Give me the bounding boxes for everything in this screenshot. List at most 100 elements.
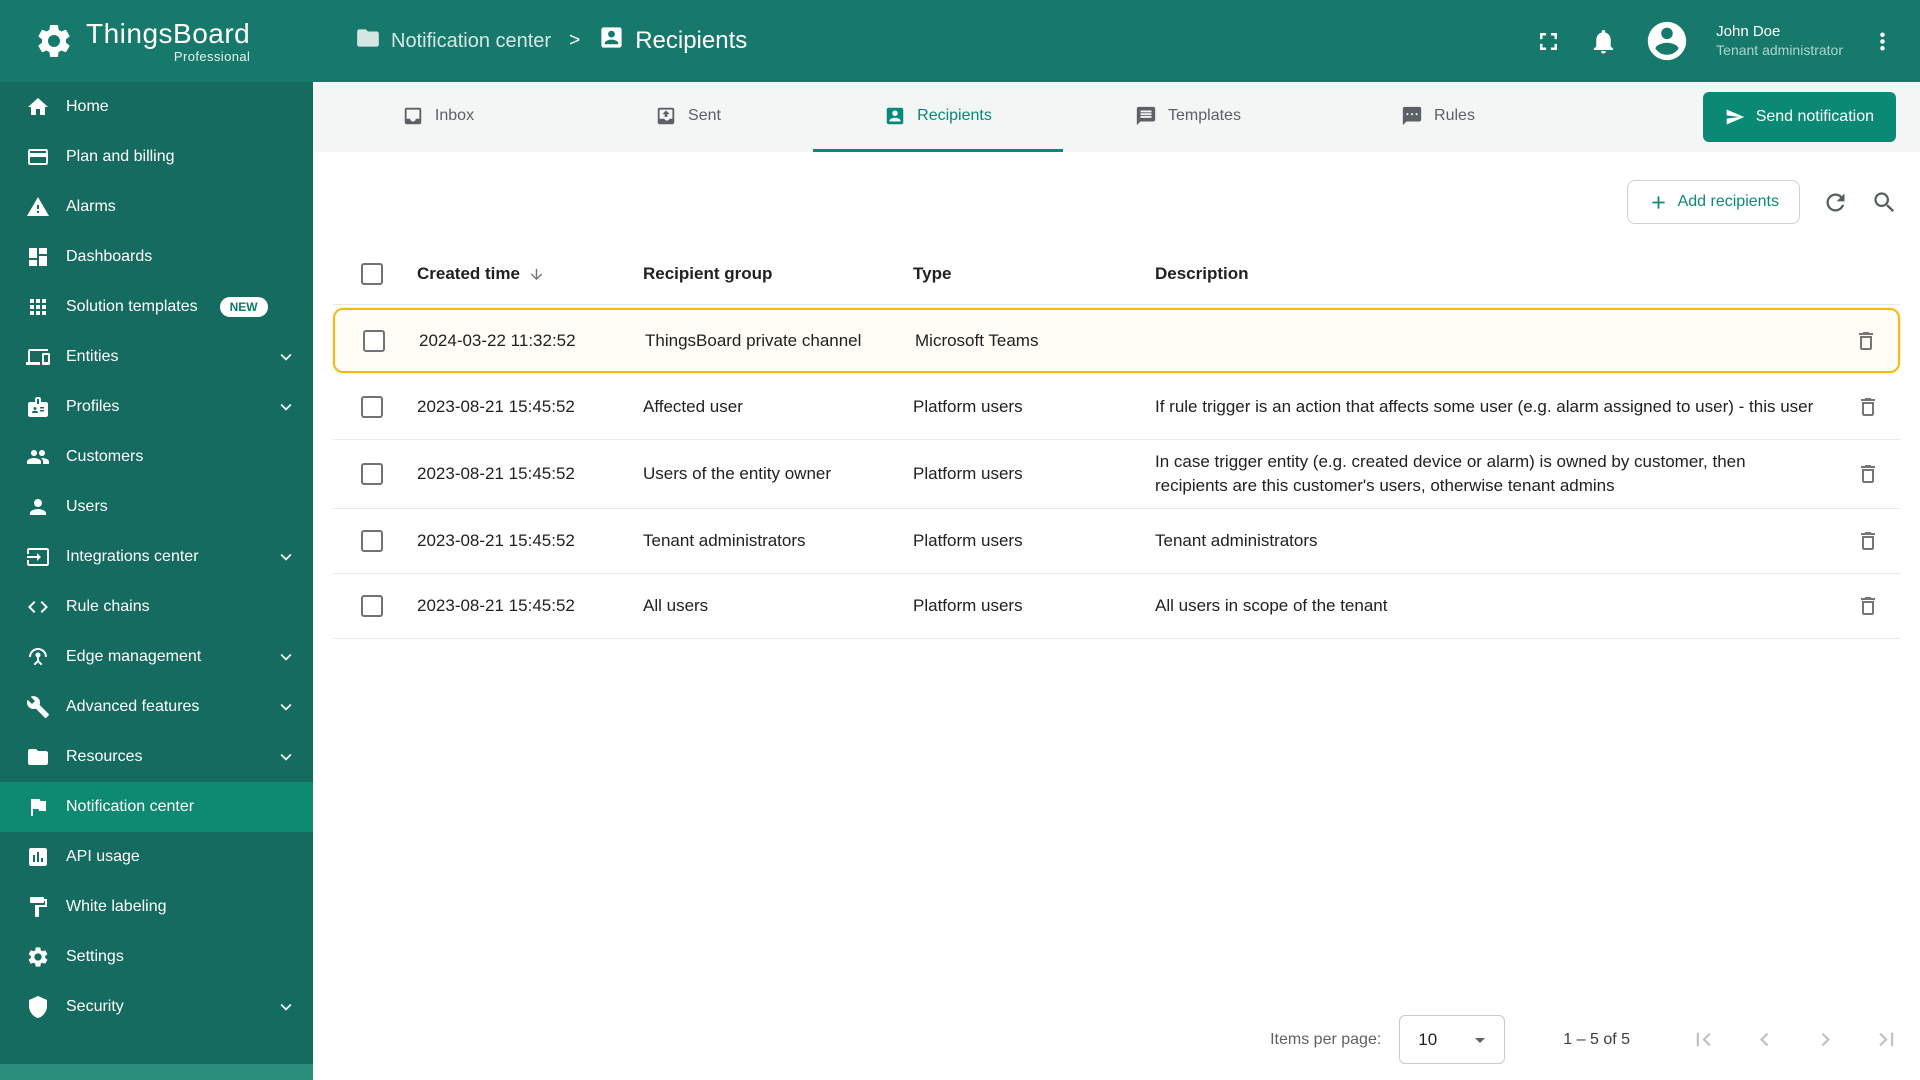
tab-label: Inbox [434,106,475,124]
top-header: ThingsBoard Professional Notification ce… [0,0,1920,82]
refresh-icon[interactable] [1822,189,1849,216]
row-actions [1834,329,1898,353]
plus-icon [1648,192,1669,213]
header-actions: John Doe Tenant administrator [1534,18,1920,64]
next-page-icon[interactable] [1812,1026,1839,1053]
sidebar-item-alarms[interactable]: Alarms [0,182,313,232]
add-recipients-button[interactable]: Add recipients [1626,180,1800,224]
account-box-icon [884,105,906,127]
sidebar-item-label: Entities [66,348,119,365]
flag-icon [26,795,50,819]
tab-label: Sent [688,106,721,124]
sidebar-item-white-labeling[interactable]: White labeling [0,882,313,932]
folder-icon [26,745,50,769]
table-row[interactable]: 2023-08-21 15:45:52 Tenant administrators… [333,509,1900,574]
home-icon [26,95,50,119]
sidebar-item-edge-management[interactable]: Edge management [0,632,313,682]
cell-description [1157,331,1834,351]
row-actions [1836,395,1900,419]
cell-created-time: 2023-08-21 15:45:52 [417,397,575,416]
row-checkbox[interactable] [361,530,383,552]
table-row[interactable]: 2023-08-21 15:45:52 All users Platform use… [333,574,1900,639]
sidebar-item-api-usage[interactable]: API usage [0,832,313,882]
user-role: Tenant administrator [1716,42,1843,58]
sidebar-item-resources[interactable]: Resources [0,732,313,782]
items-per-page-value: 10 [1418,1029,1438,1049]
table-row[interactable]: 2024-03-22 11:32:52 ThingsBoard private c… [333,308,1900,373]
logo-title: ThingsBoard [86,17,251,49]
dashboard-icon [26,245,50,269]
avatar[interactable] [1644,18,1690,64]
fullscreen-icon[interactable] [1534,27,1563,56]
cell-description: If rule trigger is an action that affect… [1155,397,1814,416]
sidebar-item-settings[interactable]: Settings [0,932,313,982]
table-row[interactable]: 2023-08-21 15:45:52 Affected user Platform… [333,375,1900,440]
cell-type: Platform users [913,531,1023,550]
table-body: 2024-03-22 11:32:52 ThingsBoard private c… [333,308,1900,639]
cell-created-time: 2023-08-21 15:45:52 [417,531,575,550]
more-vert-icon[interactable] [1869,28,1896,55]
search-icon[interactable] [1871,189,1898,216]
table-row[interactable]: 2023-08-21 15:45:52 Users of the entity o… [333,440,1900,509]
row-checkbox-cell [363,329,419,352]
inbox-icon [402,105,424,127]
first-page-icon[interactable] [1690,1026,1717,1053]
notifications-bell-icon[interactable] [1589,27,1618,56]
row-actions [1836,529,1900,553]
row-checkbox[interactable] [361,396,383,418]
sidebar-item-entities[interactable]: Entities [0,332,313,382]
warning-icon [26,195,50,219]
tab-templates[interactable]: Templates [1063,82,1313,152]
user-info[interactable]: John Doe Tenant administrator [1716,23,1843,59]
column-header-created-time[interactable]: Created time [417,264,643,284]
app-logo[interactable]: ThingsBoard Professional [0,17,313,64]
delete-icon[interactable] [1854,329,1878,353]
items-per-page-select[interactable]: 10 [1399,1015,1506,1064]
row-checkbox-cell [361,463,417,485]
last-page-icon[interactable] [1873,1026,1900,1053]
sidebar-item-users[interactable]: Users [0,482,313,532]
sidebar-item-home[interactable]: Home [0,82,313,132]
sidebar-item-dashboards[interactable]: Dashboards [0,232,313,282]
tab-rules[interactable]: Rules [1313,82,1563,152]
delete-icon[interactable] [1856,594,1880,618]
sidebar-item-integrations-center[interactable]: Integrations center [0,532,313,582]
sidebar-item-plan-and-billing[interactable]: Plan and billing [0,132,313,182]
delete-icon[interactable] [1856,395,1880,419]
cell-type: Platform users [913,397,1023,416]
row-checkbox[interactable] [361,463,383,485]
tab-sent[interactable]: Sent [563,82,813,152]
column-header-recipient-group[interactable]: Recipient group [643,264,913,284]
tab-label: Recipients [917,106,992,124]
sidebar-item-profiles[interactable]: Profiles [0,382,313,432]
tab-inbox[interactable]: Inbox [313,82,563,152]
tab-recipients[interactable]: Recipients [813,82,1063,152]
chevron-down-icon [275,396,297,418]
row-checkbox[interactable] [363,329,385,352]
sidebar-item-rule-chains[interactable]: Rule chains [0,582,313,632]
column-header-type[interactable]: Type [913,264,1155,284]
sidebar-item-label: Customers [66,448,144,465]
delete-icon[interactable] [1856,529,1880,553]
sidebar-item-customers[interactable]: Customers [0,432,313,482]
chevron-down-icon [275,346,297,368]
send-notification-button[interactable]: Send notification [1702,92,1896,142]
cell-description: Tenant administrators [1155,531,1318,550]
sidebar-item-notification-center[interactable]: Notification center [0,782,313,832]
column-header-description[interactable]: Description [1155,252,1836,296]
dropdown-arrow-icon [1468,1028,1492,1052]
breadcrumb-notification-center[interactable]: Notification center [355,25,551,57]
sidebar-item-security[interactable]: Security [0,982,313,1032]
page-title: Recipients [635,27,748,54]
row-checkbox[interactable] [361,595,383,617]
sidebar-item-solution-templates[interactable]: Solution templates NEW [0,282,313,332]
select-all-checkbox[interactable] [361,263,383,285]
person-icon [26,495,50,519]
sidebar-item-advanced-features[interactable]: Advanced features [0,682,313,732]
sidebar-item-label: Users [66,498,108,515]
build-icon [26,695,50,719]
chevron-down-icon [275,996,297,1018]
delete-icon[interactable] [1856,462,1880,486]
previous-page-icon[interactable] [1751,1026,1778,1053]
sidebar-item-label: Rule chains [66,598,150,615]
